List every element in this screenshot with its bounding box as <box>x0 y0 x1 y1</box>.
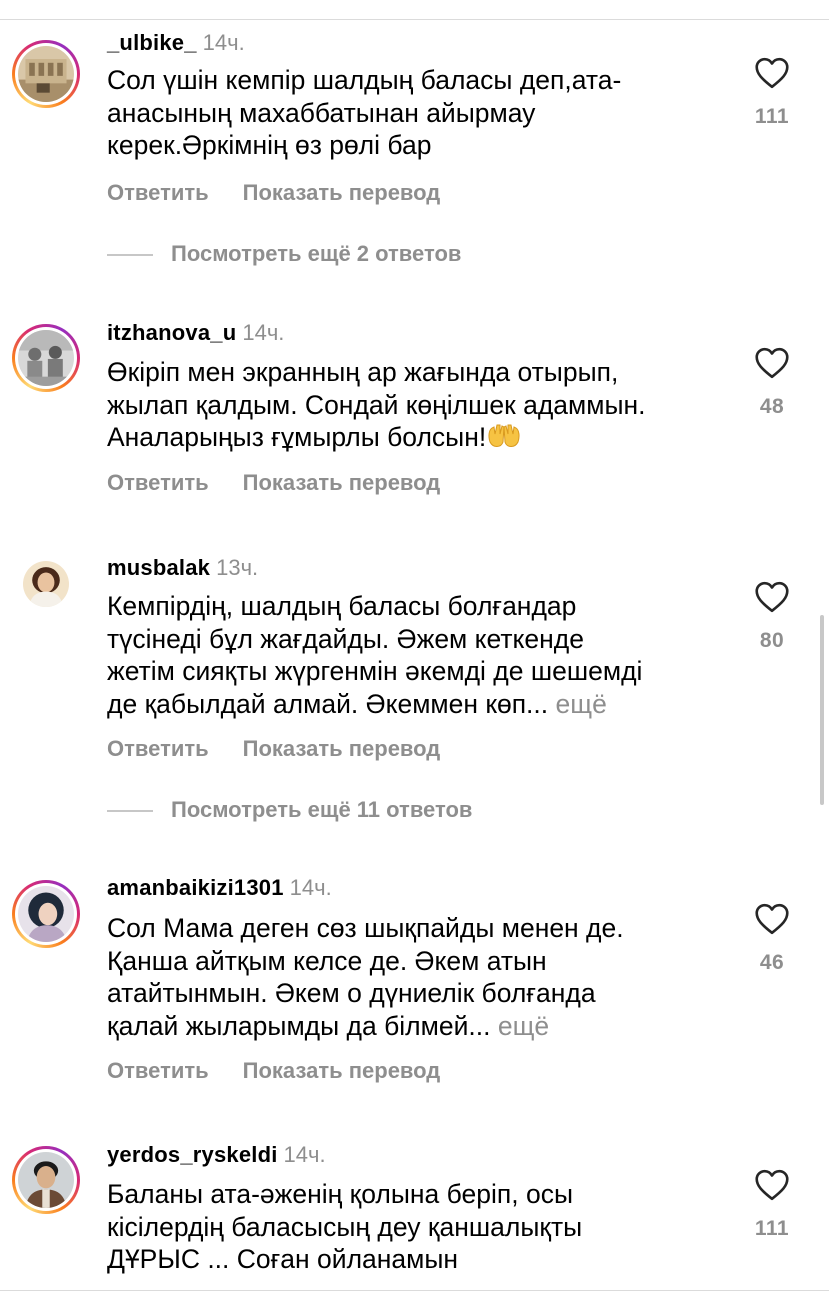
avatar[interactable] <box>12 1146 80 1214</box>
timestamp: 14ч. <box>289 875 332 900</box>
comment-text: Сол Мама деген сөз шықпайды менен де. Қа… <box>107 912 717 1042</box>
like-count: 46 <box>759 951 785 974</box>
scrollbar[interactable] <box>820 615 824 805</box>
like-button[interactable]: 111 <box>748 1169 796 1241</box>
comment-line: де қабылдай алмай. Әкеммен көп... <box>107 688 549 719</box>
comment-line: керек.Әркімнің өз рөлі бар <box>107 130 432 160</box>
show-translation-button[interactable]: Показать перевод <box>243 470 441 495</box>
heart-icon[interactable] <box>754 57 790 89</box>
open-hands-emoji <box>488 424 520 447</box>
photo-group-icon <box>18 330 74 386</box>
username[interactable]: _ulbike_ <box>107 30 197 55</box>
comment-line: Сол үшін кемпір шалдың баласы деп,ата- <box>107 65 622 95</box>
replies-divider <box>107 810 153 812</box>
comment-text: Өкіріп мен экранның ар жағында отырып, ж… <box>107 356 717 454</box>
comment-actions: Ответить Показать перевод <box>107 470 440 496</box>
comment-header: amanbaikizi1301 14ч. <box>107 875 332 901</box>
comment-line: түсінеді бұл жағдайды. Әжем кеткенде <box>107 623 584 654</box>
comment-line: Аналарыңыз ғұмырлы болсын! <box>107 422 487 452</box>
avatar[interactable] <box>12 324 80 392</box>
comment-line: Баланы ата-әженің қолына беріп, осы <box>107 1179 574 1209</box>
show-translation-button[interactable]: Показать перевод <box>243 736 441 761</box>
avatar[interactable] <box>12 880 80 948</box>
username[interactable]: itzhanova_u <box>107 320 236 345</box>
reply-button[interactable]: Ответить <box>107 1058 209 1083</box>
photo-woman-icon <box>23 561 69 607</box>
avatar[interactable] <box>12 550 80 618</box>
heart-icon[interactable] <box>754 1169 790 1201</box>
like-count: 48 <box>759 395 785 418</box>
comment-line: ДҰРЫС ... Соған ойланамын <box>107 1244 459 1274</box>
view-replies-label: Посмотреть ещё 2 ответов <box>171 241 462 266</box>
like-button[interactable]: 80 <box>748 581 796 653</box>
show-translation-button[interactable]: Показать перевод <box>243 1058 441 1083</box>
view-replies-label: Посмотреть ещё 11 ответов <box>171 797 473 822</box>
view-replies-button[interactable]: Посмотреть ещё 11 ответов <box>107 797 472 823</box>
avatar[interactable] <box>12 40 80 108</box>
comment-line: кісілердің баласысың деу қаншалықты <box>107 1211 583 1242</box>
username[interactable]: amanbaikizi1301 <box>107 875 284 900</box>
username[interactable]: musbalak <box>107 555 210 580</box>
comment-text: Кемпірдің, шалдың баласы болғандар түсін… <box>107 590 717 720</box>
like-count: 111 <box>754 1217 790 1240</box>
comment-line: жетім сияқты жүргенмін әкемді де шешемді <box>107 656 643 686</box>
comment-line: Кемпірдің, шалдың баласы болғандар <box>107 591 577 621</box>
timestamp: 14ч. <box>202 30 245 55</box>
comment-line: атайтынмын. Әкем о дүниелік болғанда <box>107 978 596 1008</box>
comment-actions: Ответить Показать перевод <box>107 180 440 206</box>
like-count: 80 <box>759 629 785 652</box>
comment-header: _ulbike_ 14ч. <box>107 30 245 56</box>
view-replies-button[interactable]: Посмотреть ещё 2 ответов <box>107 241 461 267</box>
username[interactable]: yerdos_ryskeldi <box>107 1142 278 1167</box>
comment-text: Баланы ата-әженің қолына беріп, осы кісі… <box>107 1178 717 1276</box>
heart-icon[interactable] <box>754 903 790 935</box>
comment-line: анасының махаббатынан айырмау <box>107 97 536 128</box>
more-button[interactable]: ещё <box>498 1011 549 1041</box>
top-divider <box>0 19 829 20</box>
timestamp: 14ч. <box>242 320 285 345</box>
heart-icon[interactable] <box>754 581 790 613</box>
photo-building-icon <box>18 46 74 102</box>
like-button[interactable]: 48 <box>748 347 796 419</box>
more-button[interactable]: ещё <box>556 689 607 719</box>
show-translation-button[interactable]: Показать перевод <box>243 180 441 205</box>
comment-actions: Ответить Показать перевод <box>107 1058 440 1084</box>
comment-header: musbalak 13ч. <box>107 555 258 581</box>
timestamp: 14ч. <box>283 1142 326 1167</box>
like-count: 111 <box>754 105 790 128</box>
comment-line: Өкіріп мен экранның ар жағында отырып, <box>107 357 619 387</box>
reply-button[interactable]: Ответить <box>107 736 209 761</box>
like-button[interactable]: 46 <box>748 903 796 975</box>
photo-man-icon <box>18 1152 74 1208</box>
timestamp: 13ч. <box>216 555 259 580</box>
comment-actions: Ответить Показать перевод <box>107 736 440 762</box>
photo-woman-icon <box>18 886 74 942</box>
like-button[interactable]: 111 <box>748 57 796 129</box>
comment-header: itzhanova_u 14ч. <box>107 320 284 346</box>
reply-button[interactable]: Ответить <box>107 470 209 495</box>
bottom-divider <box>0 1290 829 1291</box>
comment-line: Сол Мама деген сөз шықпайды менен де. <box>107 913 624 943</box>
comment-line: қалай жыларымды да білмей... <box>107 1010 491 1041</box>
heart-icon[interactable] <box>754 347 790 379</box>
reply-button[interactable]: Ответить <box>107 180 209 205</box>
comment-line: Қанша айтқым келсе де. Әкем атын <box>107 945 547 976</box>
comment-line: жылап қалдым. Сондай көңілшек адаммын. <box>107 389 646 420</box>
comment-header: yerdos_ryskeldi 14ч. <box>107 1142 326 1168</box>
comment-text: Сол үшін кемпір шалдың баласы деп,ата- а… <box>107 64 717 162</box>
replies-divider <box>107 254 153 256</box>
